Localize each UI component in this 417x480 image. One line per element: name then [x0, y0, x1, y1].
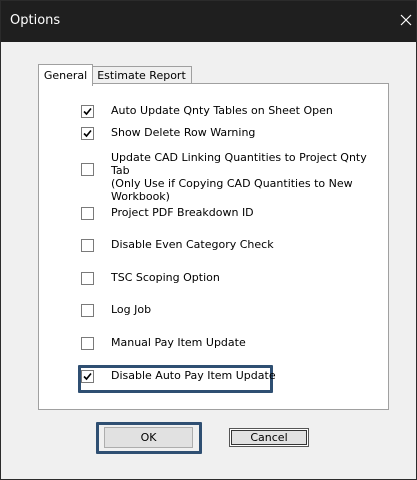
tab-estimate-report[interactable]: Estimate Report: [91, 66, 192, 84]
checkbox-log-job[interactable]: [81, 304, 94, 317]
option-label-show-delete-row-warning: Show Delete Row Warning: [111, 126, 256, 139]
checkbox-project-pdf-breakdown-id[interactable]: [81, 207, 94, 220]
ok-button[interactable]: OK: [104, 427, 193, 448]
title-bar: Options: [1, 1, 416, 42]
option-label-disable-auto-pay-item-update: Disable Auto Pay Item Update: [111, 369, 276, 382]
checkmark-icon: [83, 372, 92, 381]
tab-general[interactable]: General: [38, 64, 93, 86]
option-label-update-cad-linking: Update CAD Linking Quantities to Project…: [111, 151, 367, 203]
checkmark-icon: [83, 129, 92, 138]
checkbox-tsc-scoping-option[interactable]: [81, 272, 94, 285]
option-label-log-job: Log Job: [111, 303, 152, 316]
close-button[interactable]: [388, 1, 416, 42]
option-label-manual-pay-item-update: Manual Pay Item Update: [111, 336, 246, 349]
checkmark-icon: [83, 107, 92, 116]
option-label-auto-update-qnty-tables: Auto Update Qnty Tables on Sheet Open: [111, 104, 333, 117]
window-title: Options: [10, 13, 61, 28]
checkbox-disable-auto-pay-item-update[interactable]: [81, 370, 94, 383]
checkbox-update-cad-linking[interactable]: [81, 163, 94, 176]
close-icon: [400, 14, 412, 26]
option-label-project-pdf-breakdown-id: Project PDF Breakdown ID: [111, 206, 254, 219]
option-label-tsc-scoping-option: TSC Scoping Option: [111, 271, 220, 284]
checkbox-show-delete-row-warning[interactable]: [81, 127, 94, 140]
checkbox-disable-even-category-check[interactable]: [81, 239, 94, 252]
checkbox-manual-pay-item-update[interactable]: [81, 337, 94, 350]
cancel-button[interactable]: Cancel: [229, 428, 309, 447]
tab-estimate-report-label: Estimate Report: [97, 69, 186, 82]
option-label-disable-even-category-check: Disable Even Category Check: [111, 238, 274, 251]
checkbox-auto-update-qnty-tables[interactable]: [81, 105, 94, 118]
tab-general-label: General: [43, 69, 88, 82]
